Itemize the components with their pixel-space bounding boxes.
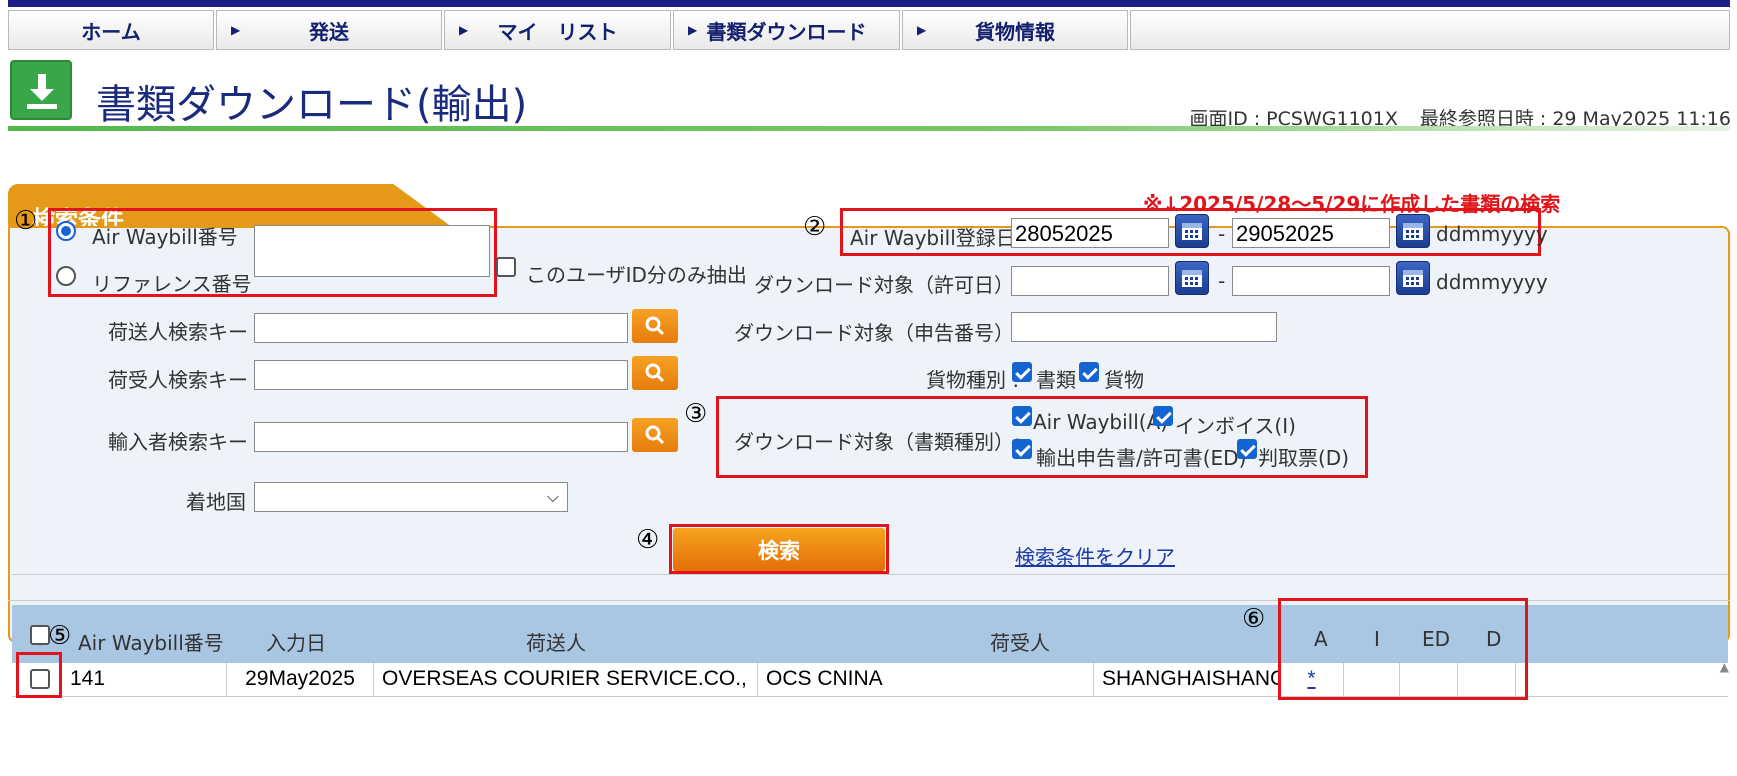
calendar-icon (1182, 223, 1202, 240)
nav-tab-home[interactable]: ホーム (8, 10, 214, 50)
chevron-down-icon: ⌵ (546, 487, 559, 506)
importer-key-label: 輸入者検索キー : (108, 430, 262, 454)
cell-destination: SHANGHAISHANG (1094, 663, 1280, 697)
header-shipper: 荷送人 (526, 631, 586, 655)
caret-right-icon: ▶ (459, 23, 469, 37)
cell-date: 29May2025 (227, 663, 374, 697)
marker-6: ⑥ (1242, 604, 1266, 634)
scroll-up-arrow[interactable]: ▲ (1720, 660, 1729, 674)
cargo-type-label: 貨物種別 : (926, 368, 1020, 392)
cargo-goods-label: 貨物 (1104, 368, 1144, 392)
clear-conditions-link[interactable]: 検索条件をクリア (1015, 541, 1175, 570)
consignee-search-button[interactable] (632, 356, 678, 390)
main-nav: ホーム ▶ 発送 ▶ マイ リスト ▶ 書類ダウンロード ▶ 貨物情報 (8, 10, 1730, 50)
shipper-key-input[interactable] (254, 313, 628, 343)
permit-date-label: ダウンロード対象（許可日）: (754, 273, 1021, 297)
nav-tab-cargo[interactable]: ▶ 貨物情報 (902, 10, 1128, 50)
magnifier-icon (645, 363, 665, 383)
radio-awb-number[interactable] (56, 221, 76, 241)
date-format-hint: ddmmyyyy (1436, 222, 1548, 246)
date-format-hint: ddmmyyyy (1436, 270, 1548, 294)
marker-5: ⑤ (48, 621, 72, 651)
caret-right-icon: ▶ (231, 23, 241, 37)
importer-search-button[interactable] (632, 418, 678, 452)
calendar-icon (1403, 270, 1423, 287)
doc-export-declaration-checkbox[interactable] (1012, 439, 1032, 459)
marker-2: ② (803, 212, 827, 242)
cell-shipper: OVERSEAS COURIER SERVICE.CO., (374, 663, 758, 697)
awb-date-from-calendar-button[interactable] (1175, 214, 1209, 248)
doc-type-label: ダウンロード対象（書類種別）: (734, 430, 1021, 454)
calendar-icon (1182, 270, 1202, 287)
title-underline (8, 126, 1730, 131)
cargo-goods-checkbox[interactable] (1079, 362, 1099, 382)
awb-date-to-input[interactable]: 29052025 (1232, 218, 1390, 248)
doc-awb-checkbox[interactable] (1012, 406, 1032, 426)
permit-date-from-input[interactable] (1011, 266, 1169, 296)
permit-date-from-calendar-button[interactable] (1175, 261, 1209, 295)
permit-date-to-input[interactable] (1232, 266, 1390, 296)
calendar-icon (1403, 223, 1423, 240)
awb-date-to-calendar-button[interactable] (1396, 214, 1430, 248)
doc-invoice-label: インボイス(I) (1175, 414, 1296, 438)
marker-1: ① (14, 206, 38, 236)
cargo-docs-checkbox[interactable] (1012, 362, 1032, 382)
highlight-box-6 (1278, 598, 1528, 700)
nav-tab-docdl[interactable]: ▶ 書類ダウンロード (673, 10, 900, 50)
search-button[interactable]: 検索 (673, 528, 885, 571)
doc-invoice-checkbox[interactable] (1153, 406, 1173, 426)
radio-reference-label: リファレンス番号 (92, 272, 252, 296)
nav-tab-label: マイ リスト (497, 19, 618, 44)
only-this-user-checkbox[interactable] (496, 257, 516, 277)
doc-receipt-checkbox[interactable] (1237, 439, 1257, 459)
header-consignee: 荷受人 (990, 631, 1050, 655)
declaration-number-input[interactable] (1011, 312, 1277, 342)
nav-tab-mylist[interactable]: ▶ マイ リスト (444, 10, 671, 50)
shipper-search-button[interactable] (632, 309, 678, 343)
awb-date-label: Air Waybill登録日 : (850, 226, 1029, 250)
importer-key-input[interactable] (254, 422, 628, 452)
destination-select[interactable]: ⌵ (254, 482, 568, 512)
cargo-docs-label: 書類 (1036, 368, 1076, 392)
magnifier-icon (645, 425, 665, 445)
magnifier-icon (645, 316, 665, 336)
cell-awb: 141 (62, 663, 227, 697)
nav-tab-label: 発送 (309, 19, 349, 44)
consignee-key-input[interactable] (254, 360, 628, 390)
select-all-checkbox[interactable] (30, 625, 50, 645)
download-icon (10, 60, 72, 120)
declaration-number-label: ダウンロード対象（申告番号）: (734, 321, 1021, 345)
awb-number-input[interactable] (254, 225, 490, 277)
radio-reference-number[interactable] (56, 266, 76, 286)
highlight-box-5 (16, 652, 62, 698)
header-date: 入力日 (266, 631, 326, 655)
consignee-key-label: 荷受人検索キー : (108, 368, 262, 392)
nav-filler (1130, 10, 1730, 50)
nav-tab-label: ホーム (81, 19, 141, 44)
caret-right-icon: ▶ (917, 23, 927, 37)
nav-tab-ship[interactable]: ▶ 発送 (216, 10, 442, 50)
doc-awb-label: Air Waybill(A) (1033, 410, 1169, 434)
marker-3: ③ (684, 399, 708, 429)
date-range-dash: - (1218, 222, 1226, 246)
marker-4: ④ (636, 525, 660, 555)
shipper-key-label: 荷送人検索キー : (108, 320, 262, 344)
page-title: 書類ダウンロード(輸出) (96, 82, 528, 128)
header-awb: Air Waybill番号 (78, 631, 224, 655)
nav-tab-label: 書類ダウンロード (706, 19, 867, 44)
nav-tab-label: 貨物情報 (975, 19, 1055, 44)
caret-right-icon: ▶ (688, 23, 698, 37)
doc-receipt-label: 判取票(D) (1258, 446, 1350, 470)
cell-consignee: OCS CNINA (758, 663, 1094, 697)
top-accent-bar (8, 0, 1730, 7)
destination-label: 着地国 : (186, 490, 260, 514)
radio-awb-label: Air Waybill番号 (92, 225, 238, 249)
date-range-dash: - (1218, 269, 1226, 293)
doc-export-declaration-label: 輸出申告書/許可書(ED) (1036, 446, 1247, 470)
awb-date-from-input[interactable]: 28052025 (1011, 218, 1169, 248)
permit-date-to-calendar-button[interactable] (1396, 261, 1430, 295)
only-this-user-label: このユーザID分のみ抽出 (526, 263, 747, 287)
panel-divider (12, 574, 1728, 575)
